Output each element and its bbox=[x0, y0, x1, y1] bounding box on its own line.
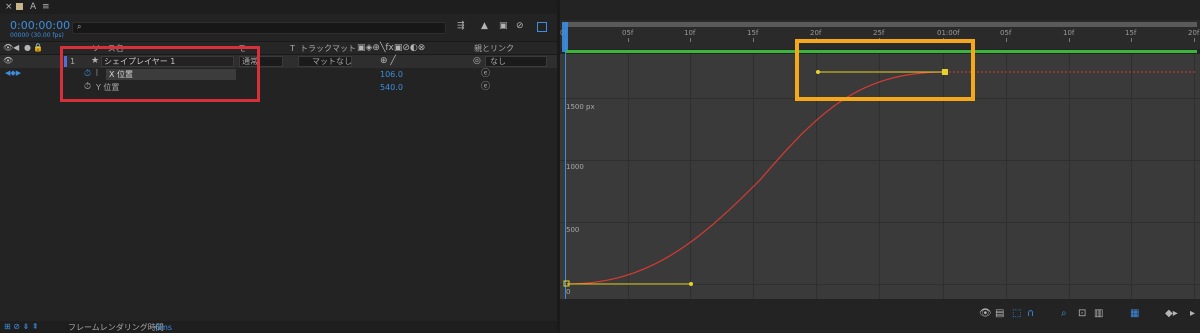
handle-out-point[interactable] bbox=[689, 282, 693, 286]
easy-ease-icon[interactable]: ▸ bbox=[1190, 309, 1195, 319]
transform-box-icon[interactable]: ⬚ bbox=[1012, 309, 1021, 319]
show-properties-icon[interactable]: 👁 bbox=[979, 309, 992, 319]
highlight-orange-box bbox=[795, 39, 975, 101]
graph-editor-toolbar bbox=[560, 300, 1200, 333]
separate-dimensions-icon[interactable]: ▥ bbox=[1094, 309, 1103, 319]
hold-keyframe-icon[interactable]: ◆▸ bbox=[1165, 309, 1178, 319]
edit-keyframe-icon[interactable]: ▦ bbox=[1130, 309, 1139, 319]
value-graph[interactable] bbox=[0, 0, 1200, 333]
snap-icon[interactable]: ∩ bbox=[1027, 309, 1034, 319]
fit-all-icon[interactable]: ⊡ bbox=[1078, 309, 1086, 319]
fit-selection-icon[interactable]: ⌕ bbox=[1061, 309, 1067, 319]
graph-type-icon[interactable]: ▤ bbox=[995, 309, 1004, 319]
x-position-curve[interactable] bbox=[566, 71, 946, 285]
